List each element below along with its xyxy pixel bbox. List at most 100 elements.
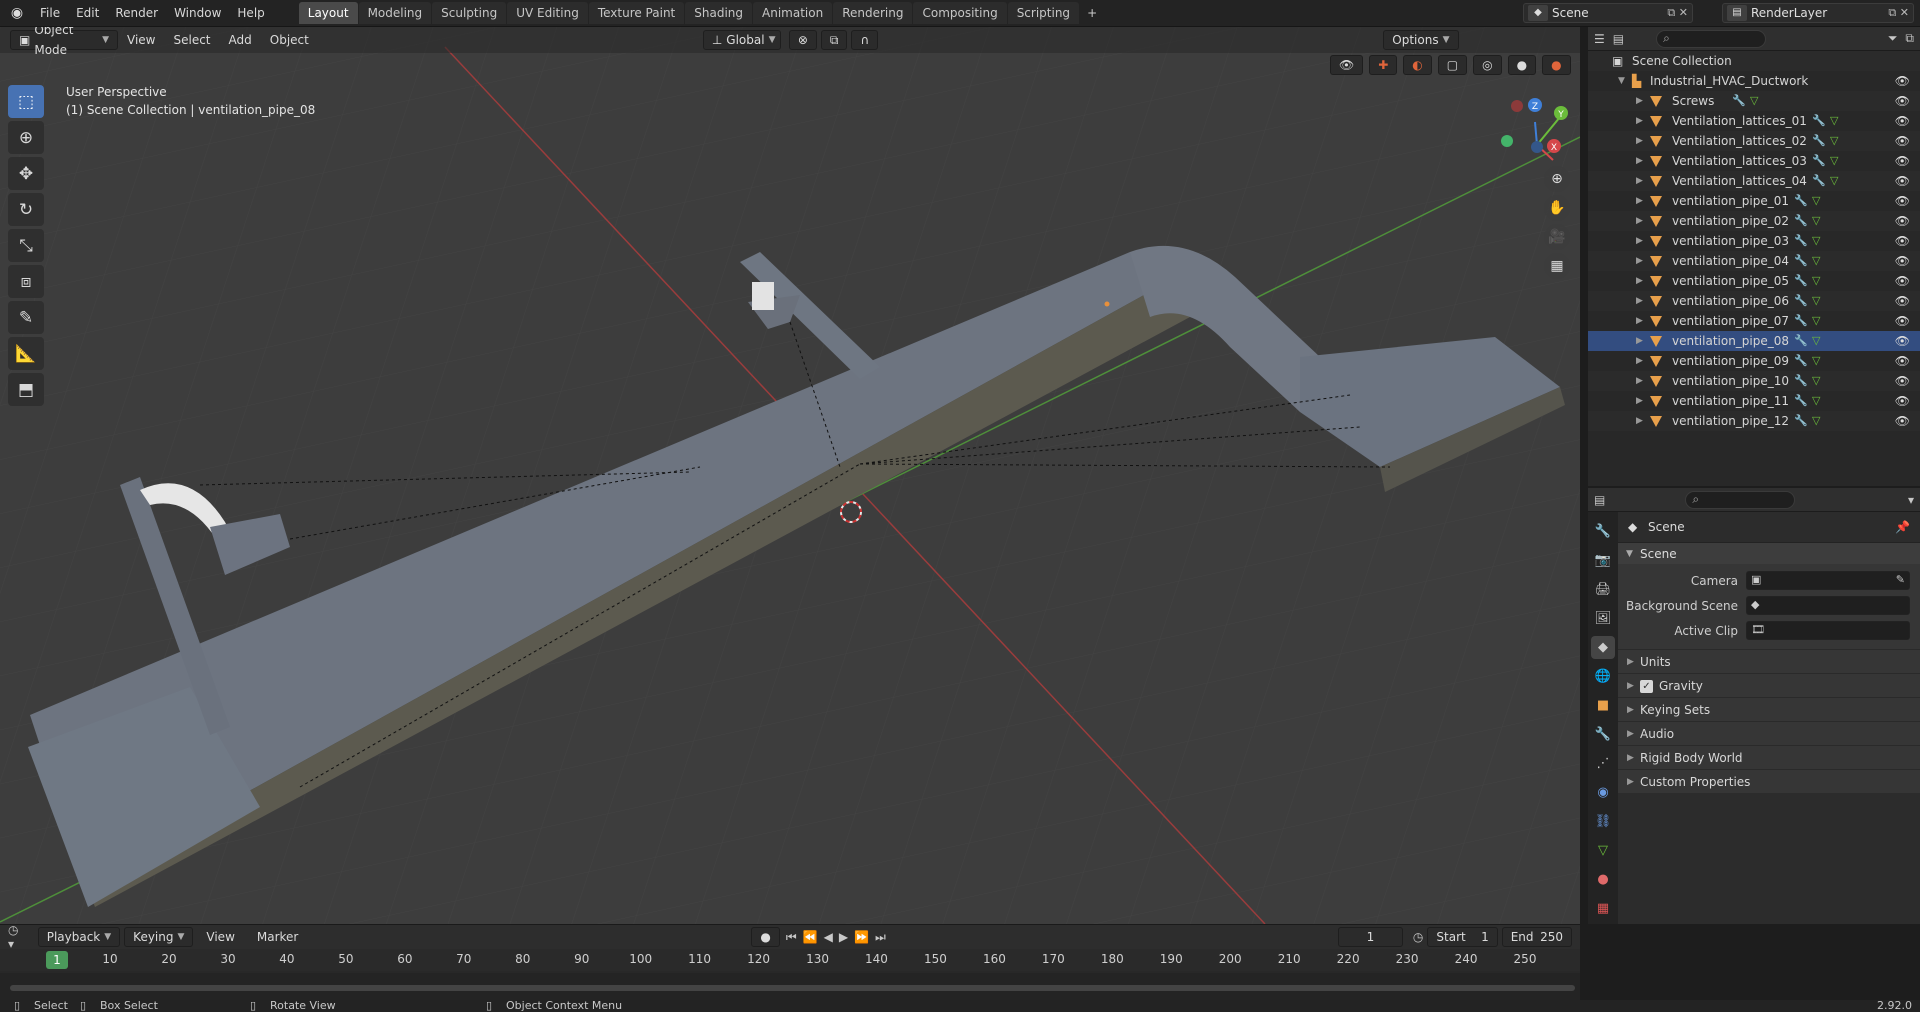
modifier-icon[interactable]: 🔧 bbox=[1794, 271, 1808, 291]
eye-icon[interactable]: 👁 bbox=[1895, 411, 1910, 431]
outliner-search-input[interactable]: ⌕ bbox=[1656, 29, 1767, 48]
expand-arrow-icon[interactable]: ▶ bbox=[1636, 391, 1643, 411]
expand-arrow-icon[interactable]: ▶ bbox=[1636, 351, 1643, 371]
properties-search-input[interactable]: ⌕ bbox=[1685, 490, 1796, 509]
data-tab-icon[interactable]: ▽ bbox=[1591, 839, 1615, 862]
select-box-icon[interactable]: ⬚ bbox=[8, 85, 44, 118]
world-tab-icon[interactable]: 🌐 bbox=[1591, 665, 1615, 688]
mesh-data-icon[interactable]: ▽ bbox=[1812, 411, 1820, 431]
eye-icon[interactable]: 👁 bbox=[1895, 391, 1910, 411]
viewport-menu-add[interactable]: Add bbox=[220, 30, 261, 50]
tab-modeling[interactable]: Modeling bbox=[358, 2, 432, 24]
keying-sets-panel[interactable]: ▶ Keying Sets bbox=[1618, 697, 1920, 721]
proportional-edit-button[interactable]: ∩ bbox=[851, 30, 879, 50]
blender-logo-icon[interactable]: ◉ bbox=[6, 4, 28, 22]
expand-arrow-icon[interactable]: ▶ bbox=[1636, 231, 1643, 251]
zoom-icon[interactable]: ⊕ bbox=[1544, 166, 1570, 192]
outliner-row-object[interactable]: ▶ ventilation_pipe_08 🔧 ▽ 👁 bbox=[1588, 331, 1920, 351]
eye-icon[interactable]: 👁 bbox=[1895, 131, 1910, 151]
playback-dropdown[interactable]: Playback ▼ bbox=[37, 927, 121, 947]
expand-arrow-icon[interactable]: ▶ bbox=[1636, 271, 1643, 291]
modifier-icon[interactable]: 🔧 bbox=[1812, 111, 1826, 131]
modifier-icon[interactable]: 🔧 bbox=[1794, 191, 1808, 211]
prev-keyframe-icon[interactable]: ⏪ bbox=[803, 930, 818, 944]
view-layer-selector[interactable]: ▤ RenderLayer ⧉ ✕ bbox=[1722, 3, 1914, 23]
mesh-data-icon[interactable]: ▽ bbox=[1812, 391, 1820, 411]
gizmo-neg-x-icon[interactable] bbox=[1511, 100, 1523, 112]
menu-window[interactable]: Window bbox=[166, 2, 229, 24]
output-tab-icon[interactable]: 🖨 bbox=[1591, 578, 1615, 601]
tab-texture-paint[interactable]: Texture Paint bbox=[588, 2, 685, 24]
outliner-row-object[interactable]: ▶ Ventilation_lattices_01 🔧 ▽ 👁 bbox=[1588, 111, 1920, 131]
menu-render[interactable]: Render bbox=[107, 2, 166, 24]
tab-uv-editing[interactable]: UV Editing bbox=[507, 2, 588, 24]
outliner-row-object[interactable]: ▶ ventilation_pipe_12 🔧 ▽ 👁 bbox=[1588, 411, 1920, 431]
viewport-scene[interactable]: Z Y X bbox=[0, 27, 1580, 924]
pin-icon[interactable]: 📌 bbox=[1895, 512, 1910, 542]
outliner-row-object[interactable]: ▶ ventilation_pipe_07 🔧 ▽ 👁 bbox=[1588, 311, 1920, 331]
rigid-body-world-panel[interactable]: ▶ Rigid Body World bbox=[1618, 745, 1920, 769]
outliner-row-scene-collection[interactable]: ▣ Scene Collection bbox=[1588, 51, 1920, 71]
outliner-editor-type-icon[interactable]: ☰ bbox=[1594, 32, 1605, 46]
display-mode-icon[interactable]: ▤ bbox=[1613, 32, 1624, 46]
gizmo-neg-y-icon[interactable] bbox=[1501, 135, 1513, 147]
shading-material-button[interactable]: ● bbox=[1542, 55, 1571, 75]
camera-field[interactable]: ▣ ✎ bbox=[1746, 571, 1910, 590]
modifier-tab-icon[interactable]: 🔧 bbox=[1591, 723, 1615, 746]
record-icon[interactable]: ● bbox=[751, 927, 780, 947]
expand-arrow-icon[interactable]: ▶ bbox=[1636, 251, 1643, 271]
expand-arrow-icon[interactable]: ▶ bbox=[1636, 411, 1643, 431]
tab-shading[interactable]: Shading bbox=[685, 2, 752, 24]
eye-icon[interactable]: 👁 bbox=[1895, 211, 1910, 231]
eye-icon[interactable]: 👁 bbox=[1895, 351, 1910, 371]
modifier-icon[interactable]: 🔧 bbox=[1794, 371, 1808, 391]
tab-layout[interactable]: Layout bbox=[298, 2, 358, 24]
material-tab-icon[interactable]: ● bbox=[1591, 868, 1615, 891]
mesh-data-icon[interactable]: ▽ bbox=[1750, 91, 1758, 111]
jump-start-icon[interactable]: ⏮ bbox=[786, 930, 797, 945]
mesh-data-icon[interactable]: ▽ bbox=[1812, 271, 1820, 291]
overlay-toggle-button[interactable]: ◐ bbox=[1403, 55, 1432, 75]
modifier-icon[interactable]: 🔧 bbox=[1812, 131, 1826, 151]
transform-icon[interactable]: ⧈ bbox=[8, 265, 44, 298]
scene-selector[interactable]: ◆ Scene ⧉ ✕ bbox=[1523, 3, 1693, 23]
expand-arrow-icon[interactable]: ▶ bbox=[1636, 311, 1643, 331]
expand-arrow-icon[interactable]: ▶ bbox=[1636, 331, 1643, 351]
modifier-icon[interactable]: 🔧 bbox=[1794, 231, 1808, 251]
timeline-menu-view[interactable]: View bbox=[197, 927, 243, 947]
snap-button[interactable]: ⧉ bbox=[820, 30, 848, 50]
expand-arrow-icon[interactable]: ▶ bbox=[1636, 151, 1643, 171]
outliner-row-object[interactable]: ▶ Screws 🔧 ▽ 👁 bbox=[1588, 91, 1920, 111]
eye-icon[interactable]: 👁 bbox=[1895, 111, 1910, 131]
play-reverse-icon[interactable]: ◀ bbox=[824, 930, 833, 944]
gizmo-toggle-button[interactable]: ✚ bbox=[1369, 55, 1398, 75]
current-frame-field[interactable]: 1 bbox=[1337, 927, 1403, 947]
outliner-row-object[interactable]: ▶ ventilation_pipe_02 🔧 ▽ 👁 bbox=[1588, 211, 1920, 231]
outliner-row-object[interactable]: ▶ ventilation_pipe_03 🔧 ▽ 👁 bbox=[1588, 231, 1920, 251]
expand-arrow-icon[interactable]: ▶ bbox=[1636, 131, 1643, 151]
eye-icon[interactable]: 👁 bbox=[1895, 151, 1910, 171]
filter-icon[interactable]: ⏷ bbox=[1888, 31, 1898, 46]
eye-icon[interactable]: 👁 bbox=[1895, 311, 1910, 331]
outliner-row-object[interactable]: ▶ ventilation_pipe_04 🔧 ▽ 👁 bbox=[1588, 251, 1920, 271]
outliner-row-object[interactable]: ▶ ventilation_pipe_10 🔧 ▽ 👁 bbox=[1588, 371, 1920, 391]
measure-icon[interactable]: 📐 bbox=[8, 337, 44, 370]
viewport-menu-view[interactable]: View bbox=[118, 30, 164, 50]
mesh-data-icon[interactable]: ▽ bbox=[1830, 111, 1838, 131]
next-keyframe-icon[interactable]: ⏩ bbox=[854, 930, 869, 944]
outliner-row-object[interactable]: ▶ Ventilation_lattices_04 🔧 ▽ 👁 bbox=[1588, 171, 1920, 191]
modifier-icon[interactable]: 🔧 bbox=[1794, 211, 1808, 231]
annotate-icon[interactable]: ✎ bbox=[8, 301, 44, 334]
current-frame-marker[interactable]: 1 bbox=[46, 951, 68, 969]
start-frame-field[interactable]: Start 1 bbox=[1427, 927, 1498, 947]
menu-help[interactable]: Help bbox=[229, 2, 272, 24]
background-scene-field[interactable]: ◆ bbox=[1746, 596, 1910, 615]
eye-icon[interactable]: 👁 bbox=[1895, 271, 1910, 291]
eye-icon[interactable]: 👁 bbox=[1895, 371, 1910, 391]
outliner-row-object[interactable]: ▶ ventilation_pipe_01 🔧 ▽ 👁 bbox=[1588, 191, 1920, 211]
tab-compositing[interactable]: Compositing bbox=[913, 2, 1007, 24]
modifier-icon[interactable]: 🔧 bbox=[1812, 171, 1826, 191]
modifier-icon[interactable]: 🔧 bbox=[1794, 391, 1808, 411]
tab-rendering[interactable]: Rendering bbox=[833, 2, 913, 24]
constraints-tab-icon[interactable]: ⛓ bbox=[1591, 810, 1615, 833]
